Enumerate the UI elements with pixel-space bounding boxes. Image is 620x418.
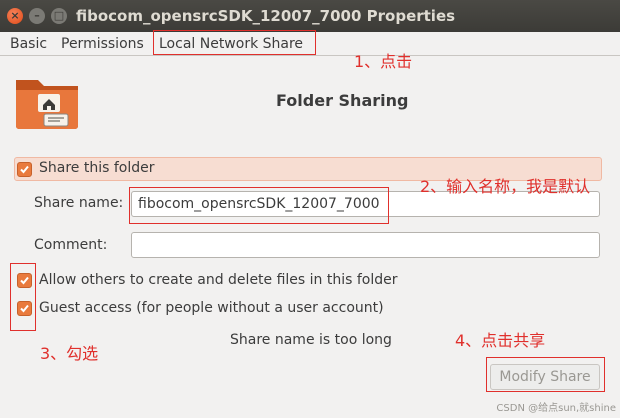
annotation-box-tab xyxy=(153,30,316,55)
comment-label: Comment: xyxy=(34,237,108,253)
comment-input[interactable] xyxy=(131,232,600,258)
watermark: CSDN @给点sun,就shine xyxy=(496,403,616,414)
annotation-step4: 4、点击共享 xyxy=(455,331,546,350)
allow-others-label: Allow others to create and delete files … xyxy=(39,272,398,288)
guest-access-label: Guest access (for people without a user … xyxy=(39,300,384,316)
share-name-label: Share name: xyxy=(34,195,124,211)
page-title: Folder Sharing xyxy=(276,91,409,110)
status-text: Share name is too long xyxy=(230,332,392,348)
annotation-box-modify xyxy=(486,357,605,392)
window-title: fibocom_opensrcSDK_12007_7000 Properties xyxy=(76,7,456,25)
tab-permissions[interactable]: Permissions xyxy=(61,36,144,52)
title-bar: × – □ fibocom_opensrcSDK_12007_7000 Prop… xyxy=(0,0,620,32)
share-folder-checkbox[interactable] xyxy=(17,162,32,177)
annotation-step1: 1、点击 xyxy=(354,52,413,71)
annotation-step2: 2、输入名称，我是默认 xyxy=(420,177,591,196)
annotation-box-share-name xyxy=(129,187,389,224)
tab-basic[interactable]: Basic xyxy=(10,36,47,52)
folder-share-icon xyxy=(14,74,80,130)
annotation-box-checkboxes xyxy=(10,263,36,331)
minimize-icon[interactable]: – xyxy=(29,8,45,24)
share-folder-label: Share this folder xyxy=(39,160,155,176)
annotation-step3: 3、勾选 xyxy=(40,344,99,363)
maximize-icon[interactable]: □ xyxy=(51,8,67,24)
close-icon[interactable]: × xyxy=(7,8,23,24)
